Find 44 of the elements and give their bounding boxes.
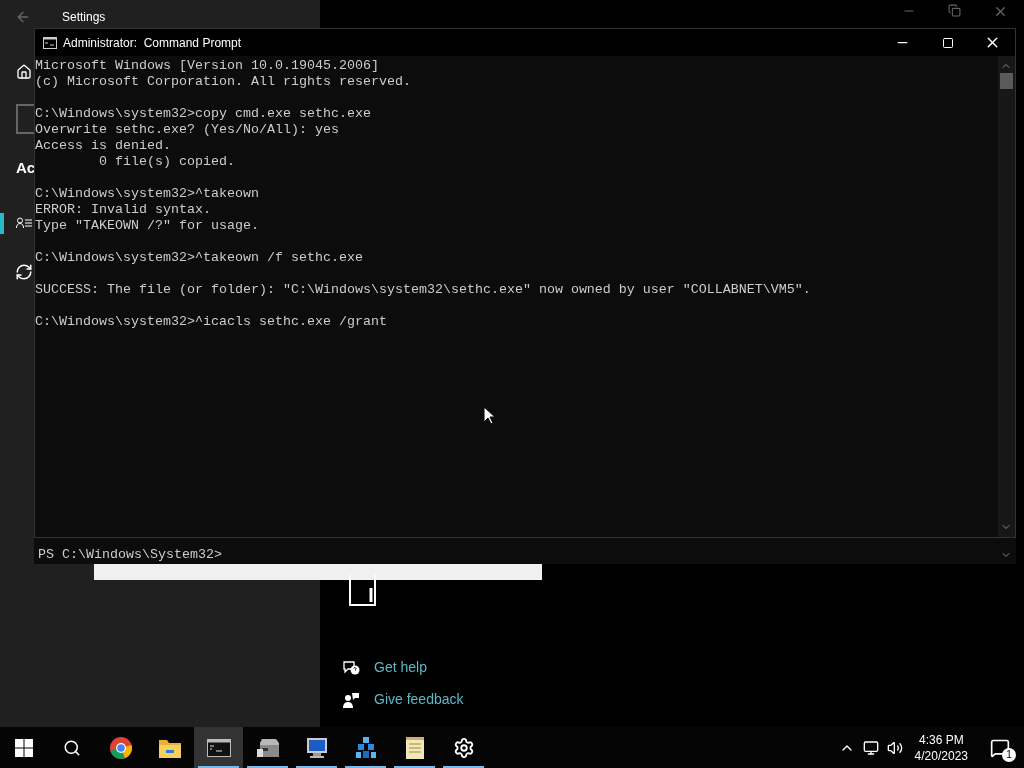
- notification-badge: 1: [1002, 747, 1016, 762]
- window-title: Settings: [62, 9, 106, 26]
- chrome-icon: [108, 735, 133, 760]
- chat-question-icon: [342, 659, 360, 676]
- person-list-icon[interactable]: [16, 217, 32, 229]
- clock[interactable]: 4:36 PM 4/20/2023: [906, 731, 976, 764]
- terminal-line: ERROR: Invalid syntax.: [35, 202, 212, 218]
- home-icon[interactable]: [16, 64, 32, 80]
- notification-icon[interactable]: [990, 737, 1010, 758]
- terminal-line: C:\Windows\system32>^takeown /f sethc.exe: [35, 250, 364, 266]
- terminal-line: Overwrite sethc.exe? (Yes/No/All): yes: [35, 122, 340, 138]
- terminal-line: Access is denied.: [35, 138, 172, 154]
- terminal-line: Microsoft Windows [Version 10.0.19045.2006]: [35, 58, 380, 74]
- section-heading: Ac: [16, 158, 36, 178]
- terminal-line: (c) Microsoft Corporation. All rights reserved.: [35, 74, 412, 90]
- start-icon[interactable]: [15, 738, 33, 757]
- terminal-line: C:\Windows\system32>copy cmd.exe sethc.exe: [35, 106, 372, 122]
- back-arrow-icon[interactable]: [15, 9, 31, 25]
- terminal-line: PS C:\Windows\System32>: [38, 547, 222, 563]
- cubes-icon: [353, 735, 378, 760]
- notepad-icon: [404, 735, 425, 760]
- help-link[interactable]: Get help: [374, 657, 427, 678]
- terminal-line: 0 file(s) copied.: [98, 154, 236, 170]
- window-title: Administrator: Command Prompt: [63, 34, 242, 52]
- terminal-line: C:\Windows\system32>^takeown: [35, 186, 260, 202]
- scrollbar[interactable]: [998, 56, 1015, 537]
- mouse-cursor-icon: [483, 406, 495, 425]
- terminal-line: Type "TAKEOWN /?" for usage.: [35, 218, 260, 234]
- terminal-line: SUCCESS: The file (or folder): "C:\Windows\system32\sethc.exe" now owned by user "COLLABNET\VM5".: [35, 282, 812, 298]
- scroll-thumb[interactable]: [1000, 73, 1013, 89]
- settings-icon: [452, 736, 475, 759]
- selection-indicator: [0, 213, 4, 234]
- person-feedback-icon: [342, 691, 360, 708]
- search-icon[interactable]: [63, 738, 81, 757]
- restore-icon[interactable]: [948, 4, 961, 17]
- sync-icon[interactable]: [15, 263, 33, 281]
- volume-icon[interactable]: [886, 739, 903, 756]
- help-link[interactable]: Give feedback: [374, 689, 464, 710]
- terminal-icon: [43, 36, 57, 49]
- terminal-line: C:\Windows\system32>^icacls sethc.exe /grant: [35, 314, 388, 330]
- file-icon[interactable]: [349, 574, 377, 606]
- maximize-icon[interactable]: [942, 36, 954, 49]
- taskbar-app[interactable]: [194, 727, 243, 768]
- terminal-icon: [206, 738, 231, 757]
